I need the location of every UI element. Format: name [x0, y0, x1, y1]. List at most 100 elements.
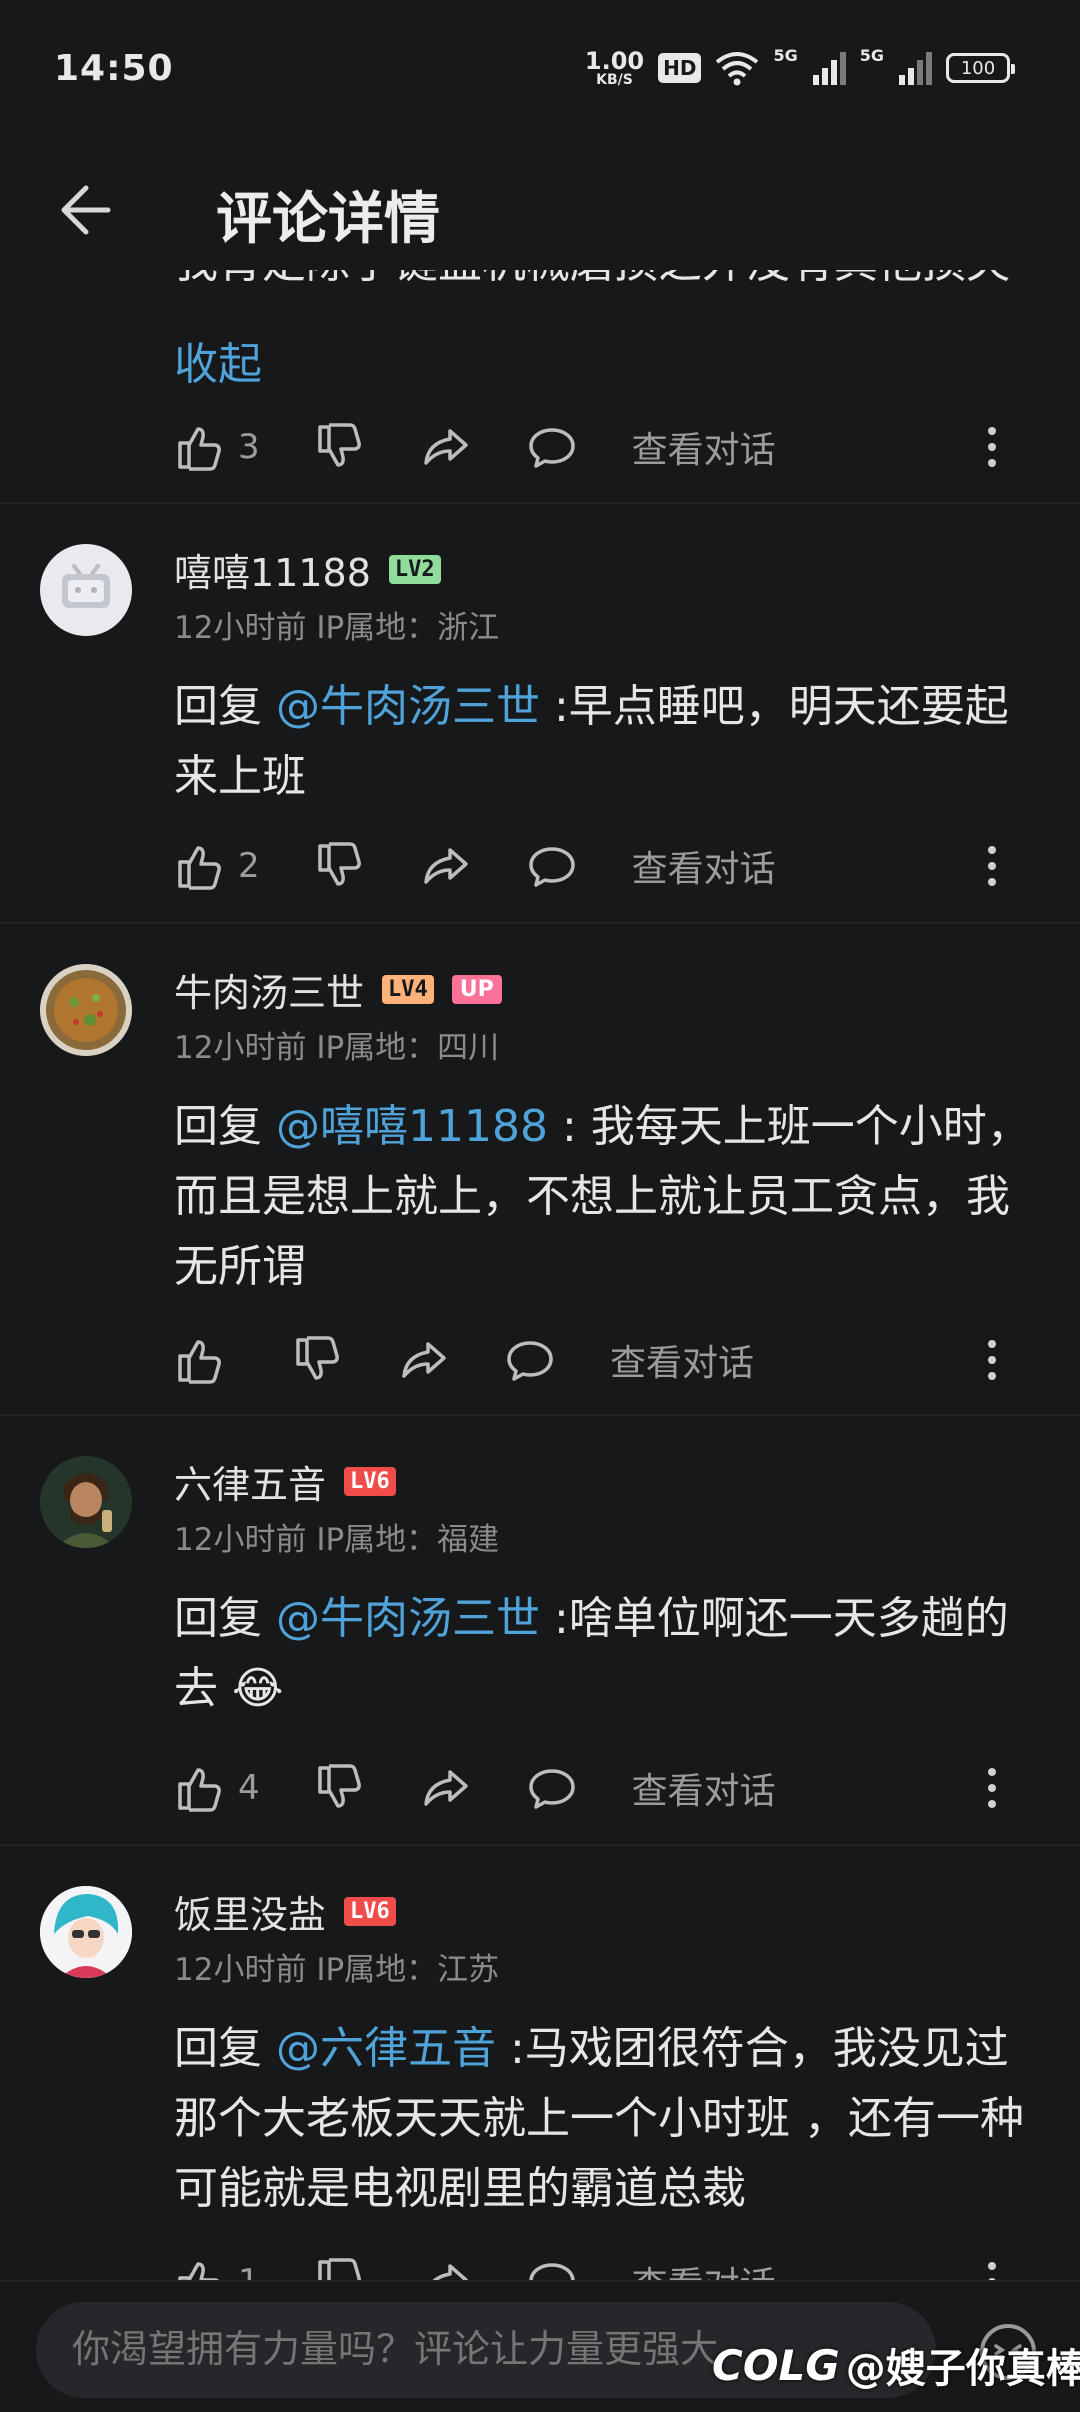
like-count: 3 [238, 427, 260, 467]
watermark-text: @嫂子你真棒 [845, 2346, 1080, 2392]
like-count: 4 [238, 1768, 260, 1808]
dislike-button[interactable] [314, 840, 366, 892]
page-title: 评论详情 [216, 187, 440, 252]
share-icon [402, 1342, 446, 1378]
comment-time: 12小时前 [174, 1030, 307, 1066]
reply-prefix: 回复 [174, 1101, 276, 1152]
comment-actions: 3 查看对话 [174, 415, 1054, 479]
more-options-icon[interactable] [966, 421, 1018, 473]
net-speed-value: 1.00 [584, 47, 645, 75]
username-row: 嘻嘻11188 LV2 [174, 542, 441, 597]
like-button[interactable]: 2 [174, 840, 260, 892]
view-conversation-link[interactable]: 查看对话 [610, 1334, 754, 1386]
share-button[interactable] [420, 1762, 472, 1814]
comment-time: 12小时前 [174, 1522, 307, 1558]
share-icon [423, 1770, 468, 1806]
signal-1-label: 5G [773, 46, 798, 65]
comment-bubble-icon [528, 1769, 575, 1809]
username[interactable]: 六律五音 [174, 1454, 326, 1509]
reply-button[interactable] [526, 840, 578, 892]
comment-actions: 4 查看对话 [174, 1756, 1054, 1820]
ip-location: IP属地：江苏 [316, 1952, 500, 1988]
mention-link[interactable]: @牛肉汤三世 [276, 681, 540, 732]
like-button[interactable] [174, 1334, 238, 1386]
mention-link[interactable]: @六律五音 [276, 2023, 496, 2074]
mention-link[interactable]: @牛肉汤三世 [276, 1593, 540, 1644]
dislike-button[interactable] [314, 421, 366, 473]
level-badge: LV2 [388, 555, 441, 584]
comment-text: 回复 @嘻嘻11188 : 我每天上班一个小时，而且是想上就上，不想上就让员工贪… [174, 1092, 1034, 1302]
username[interactable]: 饭里没盐 [174, 1884, 326, 1939]
more-options-icon[interactable] [966, 1762, 1018, 1814]
reply-button[interactable] [526, 421, 578, 473]
divider [0, 922, 1080, 924]
view-conversation-link[interactable]: 查看对话 [632, 421, 776, 473]
status-bar: 14:50 1.00 KB/S HD 5G 5G 100 [0, 0, 1080, 140]
signal-1-icon [812, 52, 846, 85]
level-badge: LV6 [344, 1467, 396, 1496]
anime-girl-avatar-icon [40, 1886, 132, 1978]
reply-prefix: 回复 [174, 2023, 276, 2074]
thumbs-down-icon [296, 1336, 339, 1380]
ip-location: IP属地：福建 [316, 1522, 500, 1558]
username-row: 六律五音 LV6 [174, 1454, 396, 1509]
thumbs-down-icon [317, 423, 361, 467]
like-button[interactable]: 3 [174, 421, 260, 473]
thumbs-up-icon [178, 846, 221, 890]
up-badge: UP [451, 975, 502, 1004]
more-options-icon[interactable] [966, 840, 1018, 892]
avatar[interactable] [40, 1456, 132, 1548]
comment-meta: 12小时前 IP属地：浙江 [174, 602, 499, 647]
comment-meta: 12小时前 IP属地：江苏 [174, 1944, 499, 1989]
hd-icon: HD [658, 53, 702, 83]
collapse-link[interactable]: 收起 [174, 328, 262, 392]
comment-meta: 12小时前 IP属地：四川 [174, 1022, 499, 1067]
avatar[interactable] [40, 544, 132, 636]
reply-button[interactable] [526, 1762, 578, 1814]
reply-button[interactable] [504, 1334, 556, 1386]
share-button[interactable] [398, 1334, 450, 1386]
back-arrow-icon[interactable] [52, 178, 116, 242]
comment-text: 回复 @六律五音 :马戏团很符合，我没见过那个大老板天天就上一个小时班 ，还有一… [174, 2014, 1034, 2224]
mention-link[interactable]: @嘻嘻11188 [276, 1101, 548, 1152]
thumbs-down-icon [317, 1764, 361, 1808]
dislike-button[interactable] [314, 1762, 366, 1814]
status-icons: 1.00 KB/S HD 5G 5G 100 [584, 46, 1015, 90]
share-icon [423, 429, 468, 465]
thumbs-up-icon [178, 427, 221, 471]
comment-time: 12小时前 [174, 610, 307, 646]
comment-actions: 查看对话 [174, 1328, 1054, 1392]
thumbs-up-icon [178, 1768, 221, 1812]
dislike-button[interactable] [292, 1334, 344, 1386]
net-speed-unit: KB/S [596, 72, 633, 88]
comment-bubble-icon [507, 1341, 553, 1381]
reply-prefix: 回复 [174, 681, 276, 732]
wifi-icon [716, 52, 759, 86]
share-button[interactable] [420, 421, 472, 473]
username[interactable]: 嘻嘻11188 [174, 542, 371, 597]
reply-prefix: 回复 [174, 1593, 276, 1644]
view-conversation-link[interactable]: 查看对话 [632, 840, 776, 892]
level-badge: LV6 [344, 1897, 396, 1926]
avatar[interactable] [40, 964, 132, 1056]
default-tv-avatar-icon [62, 564, 110, 608]
username[interactable]: 牛肉汤三世 [174, 962, 364, 1017]
like-button[interactable]: 4 [174, 1762, 260, 1814]
thumbs-down-icon [317, 842, 361, 886]
more-options-icon[interactable] [966, 1334, 1018, 1386]
ip-location: IP属地：浙江 [316, 610, 500, 646]
comment-detail-page: 14:50 1.00 KB/S HD 5G 5G 100 评论详情 我肯定除了键… [0, 0, 1080, 2412]
status-time: 14:50 [54, 48, 174, 89]
divider [0, 502, 1080, 504]
avatar[interactable] [40, 1886, 132, 1978]
comment-bubble-icon [528, 847, 575, 887]
ip-location: IP属地：四川 [316, 1030, 500, 1066]
comment-bubble-icon [528, 428, 575, 468]
view-conversation-link[interactable]: 查看对话 [632, 1762, 776, 1814]
colg-logo: COLG [712, 2340, 840, 2390]
comment-meta: 12小时前 IP属地：福建 [174, 1514, 499, 1559]
share-icon [423, 848, 468, 884]
soup-bowl-avatar-icon [40, 964, 132, 1056]
signal-2-icon [899, 52, 932, 85]
share-button[interactable] [420, 840, 472, 892]
